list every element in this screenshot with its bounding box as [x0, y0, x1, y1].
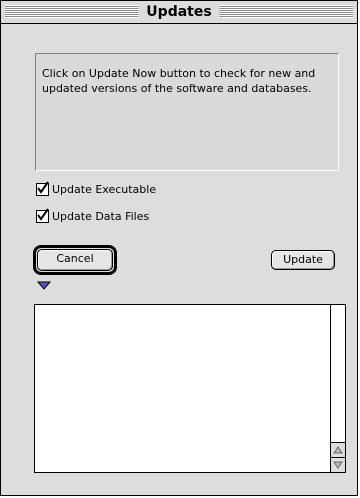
scroll-up-arrow-icon [333, 446, 343, 454]
checkmark-icon [37, 180, 49, 194]
log-scrollbar[interactable] [330, 305, 345, 472]
info-message: Click on Update Now button to check for … [42, 67, 316, 95]
update-data-files-checkbox[interactable] [36, 207, 49, 223]
window-title: Updates [138, 2, 220, 22]
cancel-button[interactable]: Cancel [37, 249, 113, 271]
scroll-up-button[interactable] [331, 442, 345, 457]
info-panel: Click on Update Now button to check for … [35, 53, 339, 171]
log-output-area[interactable] [34, 304, 346, 473]
update-data-files-option[interactable]: Update Data Files [36, 207, 150, 224]
checkmark-icon [37, 207, 49, 221]
updates-window: Updates Click on Update Now button to ch… [0, 0, 358, 496]
update-executable-label: Update Executable [52, 182, 157, 196]
title-bar[interactable]: Updates [1, 1, 357, 24]
update-button[interactable]: Update [271, 250, 335, 270]
disclosure-triangle-icon[interactable] [36, 281, 52, 291]
scroll-down-arrow-icon [333, 461, 343, 469]
update-executable-option[interactable]: Update Executable [36, 180, 157, 197]
update-executable-checkbox[interactable] [36, 180, 49, 196]
scroll-down-button[interactable] [331, 457, 345, 472]
update-data-files-label: Update Data Files [52, 209, 150, 223]
